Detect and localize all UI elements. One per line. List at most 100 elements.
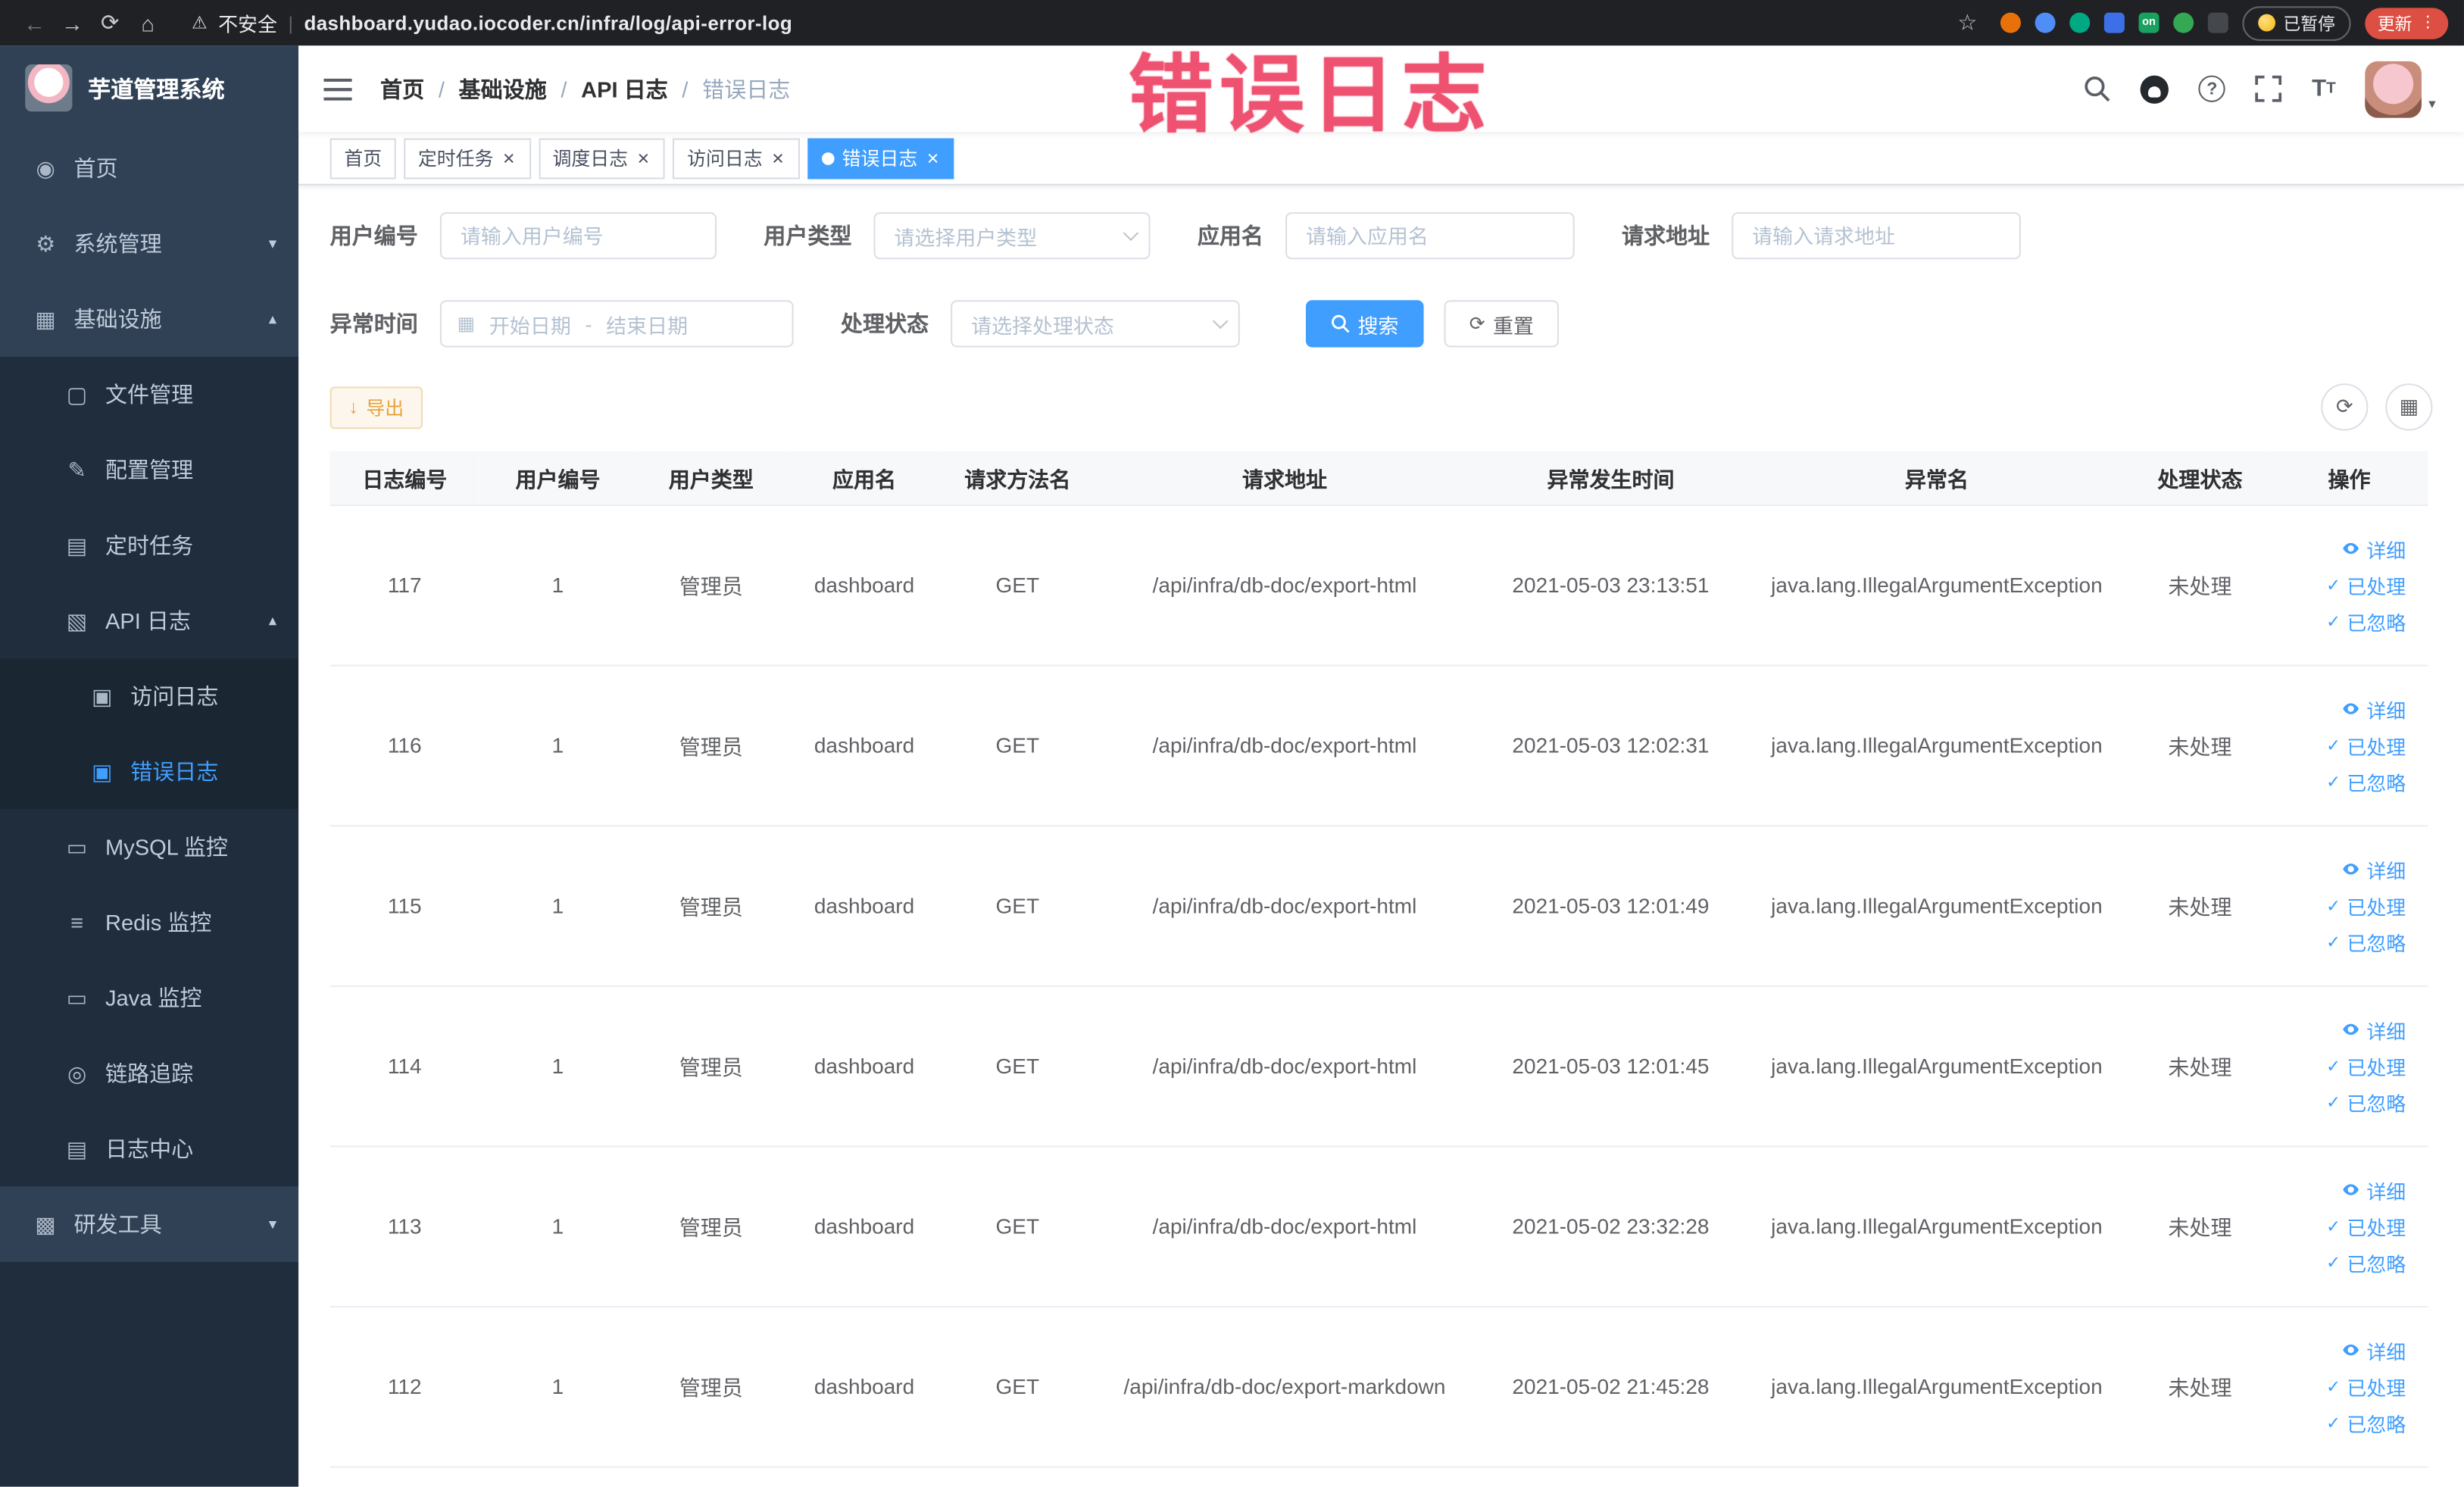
reset-button[interactable]: ⟳ 重置 [1444, 300, 1560, 348]
export-button[interactable]: ↓ 导出 [329, 386, 423, 429]
col-exception-name: 异常名 [1744, 451, 2130, 505]
tag-error-log[interactable]: 错误日志 × [807, 137, 955, 179]
extension-pin-icon[interactable] [2207, 12, 2228, 33]
sidebar-item-access-log[interactable]: ▣ 访问日志 [0, 658, 299, 734]
user-type-select[interactable]: 请选择用户类型 [873, 212, 1151, 260]
breadcrumb-api-log[interactable]: API 日志 [581, 73, 668, 104]
detail-link[interactable]: 详细 [2341, 694, 2406, 723]
check-icon: ✓ [2325, 896, 2341, 916]
breadcrumb-home[interactable]: 首页 [380, 73, 424, 104]
detail-link[interactable]: 详细 [2341, 1335, 2406, 1364]
mark-ignored-link[interactable]: ✓ 已忽略 [2326, 1247, 2406, 1276]
mark-ignored-link[interactable]: ✓ 已忽略 [2326, 1407, 2406, 1437]
user-id-input[interactable] [439, 212, 717, 260]
extension-icon[interactable] [2103, 12, 2125, 33]
tag-scheduled-tasks[interactable]: 定时任务 × [404, 137, 531, 179]
detail-link[interactable]: 详细 [2341, 533, 2406, 563]
sidebar-item-config-management[interactable]: ✎ 配置管理 [0, 432, 299, 508]
user-menu[interactable]: ▾ [2366, 60, 2436, 117]
font-size-icon[interactable]: TT [2312, 76, 2336, 102]
cell-exception-time: 2021-05-03 23:13:51 [1477, 504, 1744, 666]
mark-processed-link[interactable]: ✓ 已处理 [2326, 1371, 2406, 1401]
cell-request-url: /api/infra/db-doc/export-html [1091, 664, 1478, 826]
column-settings-button[interactable]: ▦ [2385, 383, 2433, 431]
mark-ignored-link[interactable]: ✓ 已忽略 [2326, 1087, 2406, 1117]
cell-request-url: /api/infra/db-doc/export-markdown [1091, 1305, 1478, 1467]
tag-schedule-log[interactable]: 调度日志 × [538, 137, 666, 179]
chevron-down-icon [1123, 224, 1139, 241]
detail-link[interactable]: 详细 [2341, 1014, 2406, 1044]
sidebar-item-error-log[interactable]: ▣ 错误日志 [0, 733, 299, 810]
paused-button[interactable]: 已暂停 [2242, 5, 2351, 40]
sidebar-item-log-center[interactable]: ▤ 日志中心 [0, 1111, 299, 1187]
detail-link[interactable]: 详细 [2341, 1175, 2406, 1204]
tag-access-log[interactable]: 访问日志 × [673, 137, 800, 179]
hamburger-icon[interactable] [298, 45, 377, 132]
filter-user-type: 用户类型 请选择用户类型 [764, 212, 1151, 260]
process-status-select[interactable]: 请选择处理状态 [951, 300, 1240, 348]
cell-exception-time: 2021-05-03 12:02:31 [1477, 664, 1744, 826]
browser-update-button[interactable]: 更新 ⋮ [2365, 7, 2449, 39]
tag-home[interactable]: 首页 [329, 137, 396, 179]
cell-exception-name: java.lang.IllegalArgumentException [1744, 1145, 2130, 1307]
paused-label: 已暂停 [2283, 14, 2335, 34]
help-icon[interactable]: ? [2198, 75, 2226, 102]
detail-link[interactable]: 详细 [2341, 854, 2406, 884]
mark-processed-link[interactable]: ✓ 已处理 [2326, 1051, 2406, 1080]
fullscreen-icon[interactable] [2255, 75, 2282, 102]
search-button[interactable]: 搜索 [1305, 300, 1424, 348]
col-user-type: 用户类型 [636, 451, 786, 505]
sidebar-item-redis-monitor[interactable]: ≡ Redis 监控 [0, 884, 299, 961]
sidebar-item-link-tracing[interactable]: ◎ 链路追踪 [0, 1036, 299, 1111]
sidebar-item-scheduled-tasks[interactable]: ▤ 定时任务 [0, 508, 299, 583]
github-icon[interactable] [2140, 74, 2169, 103]
sidebar-item-java-monitor[interactable]: ▭ Java 监控 [0, 960, 299, 1036]
sidebar-item-api-log[interactable]: ▧ API 日志 ▴ [0, 583, 299, 659]
sidebar-item-file-management[interactable]: ▢ 文件管理 [0, 356, 299, 433]
app-name-input[interactable] [1285, 212, 1575, 260]
active-dot [821, 152, 835, 164]
extension-icon[interactable] [2069, 12, 2091, 33]
cell-status: 未处理 [2129, 1305, 2271, 1467]
sidebar-item-dev-tools[interactable]: ▩ 研发工具 ▾ [0, 1186, 299, 1262]
cell-log-id: 114 [329, 985, 479, 1147]
home-dashboard-icon: ◉ [36, 155, 55, 180]
browser-reload-icon[interactable]: ⟳ [91, 5, 129, 40]
sidebar-item-infrastructure[interactable]: ▦ 基础设施 ▴ [0, 281, 299, 357]
filter-process-status: 处理状态 请选择处理状态 [841, 300, 1240, 348]
refresh-button[interactable]: ⟳ [2321, 383, 2369, 431]
sidebar-logo[interactable]: 芋道管理系统 [0, 45, 298, 130]
browser-forward-icon[interactable]: → [54, 5, 92, 40]
close-icon[interactable]: × [636, 148, 651, 168]
mark-processed-link[interactable]: ✓ 已处理 [2326, 1211, 2406, 1240]
sidebar-item-mysql-monitor[interactable]: ▭ MySQL 监控 [0, 809, 299, 885]
mark-processed-link[interactable]: ✓ 已处理 [2326, 890, 2406, 920]
gear-icon: ⚙ [36, 230, 56, 256]
close-icon[interactable]: × [501, 148, 517, 168]
mark-ignored-link[interactable]: ✓ 已忽略 [2326, 766, 2406, 795]
mark-ignored-link[interactable]: ✓ 已忽略 [2326, 926, 2406, 956]
mark-ignored-link[interactable]: ✓ 已忽略 [2326, 606, 2406, 636]
bookmark-star-icon[interactable]: ☆ [1949, 5, 1987, 40]
extension-icon[interactable] [2000, 12, 2021, 33]
table-row: 116 1 管理员 dashboard GET /api/infra/db-do… [329, 664, 2428, 826]
cell-app-name: dashboard [785, 825, 943, 986]
request-url-input[interactable] [1732, 212, 2021, 260]
extension-badge-icon[interactable]: on [2138, 12, 2160, 33]
address-bar[interactable]: ⚠ 不安全 | dashboard.yudao.iocoder.cn/infra… [192, 8, 792, 37]
close-icon[interactable]: × [770, 148, 785, 168]
extension-icon[interactable] [2035, 12, 2056, 33]
sidebar-item-system-management[interactable]: ⚙ 系统管理 ▾ [0, 205, 299, 282]
search-icon[interactable] [2084, 76, 2110, 102]
refresh-icon: ⟳ [1469, 312, 1485, 335]
breadcrumb-infrastructure[interactable]: 基础设施 [459, 73, 547, 104]
mark-processed-link[interactable]: ✓ 已处理 [2326, 570, 2406, 599]
table-row: 115 1 管理员 dashboard GET /api/infra/db-do… [329, 825, 2428, 986]
browser-back-icon[interactable]: ← [16, 5, 54, 40]
sidebar-item-home[interactable]: ◉ 首页 [0, 130, 299, 206]
mark-processed-link[interactable]: ✓ 已处理 [2326, 730, 2406, 760]
date-range-picker[interactable]: ▦ 开始日期 - 结束日期 [439, 300, 794, 348]
browser-home-icon[interactable]: ⌂ [129, 5, 167, 40]
close-icon[interactable]: × [926, 148, 941, 168]
extension-icon[interactable] [2173, 12, 2194, 33]
